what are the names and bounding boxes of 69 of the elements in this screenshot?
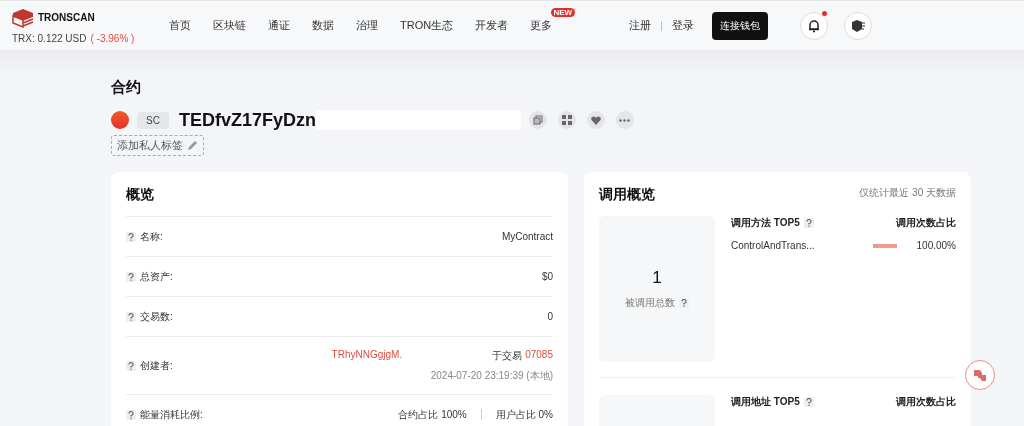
nav-link[interactable]: 首页 xyxy=(158,18,202,33)
favorite-button[interactable] xyxy=(586,111,605,129)
help-icon xyxy=(803,397,814,407)
qr-code-button[interactable] xyxy=(557,111,576,129)
nav-link[interactable]: 数据 xyxy=(301,18,345,33)
pencil-icon xyxy=(187,140,198,151)
page-title: 合约 xyxy=(111,78,142,97)
field-label: 交易数: xyxy=(140,309,173,324)
token-icon xyxy=(111,111,129,129)
help-icon xyxy=(803,218,814,228)
help-icon xyxy=(126,360,136,371)
contract-address: TEDfvZ17FyDzn xyxy=(178,109,316,131)
help-icon xyxy=(126,311,136,322)
more-button[interactable] xyxy=(615,111,634,129)
copy-icon xyxy=(532,115,543,125)
column-heading: 调用次数占比 xyxy=(896,395,956,409)
field-value: MyContract xyxy=(501,231,553,242)
trx-price: TRX: 0.122 USD xyxy=(12,32,87,44)
list-heading: 调用方法 TOP5 xyxy=(731,216,800,230)
transaction-link[interactable]: 07085 xyxy=(525,348,553,363)
creation-time: 2024-07-20 23:19:39 (本地) xyxy=(430,368,553,383)
feedback-button[interactable] xyxy=(965,360,995,390)
new-badge: NEW xyxy=(550,8,576,17)
card-title: 调用概览 xyxy=(599,185,655,204)
add-private-tag-button[interactable]: 添加私人标签 xyxy=(111,135,204,156)
nav-link[interactable]: 通证 xyxy=(257,18,301,33)
nav-link[interactable]: 更多 xyxy=(519,18,564,33)
field-label: 创建者: xyxy=(140,358,173,373)
register-link[interactable]: 注册 xyxy=(625,18,655,33)
logo-text: TRONSCAN xyxy=(38,12,95,23)
bell-icon xyxy=(807,18,821,33)
field-value: 用户占比 0% xyxy=(495,407,553,422)
nav-link[interactable]: 区块链 xyxy=(202,18,257,33)
heart-icon xyxy=(590,115,601,125)
notification-button[interactable] xyxy=(800,11,828,40)
field-label: 名称: xyxy=(140,229,163,244)
field-value: $0 xyxy=(541,271,553,282)
contract-tag: SC xyxy=(137,111,169,129)
nav-link[interactable]: TRON生态 xyxy=(389,18,465,33)
list-heading: 调用地址 TOP5 xyxy=(731,395,800,409)
thumbs-icon xyxy=(972,367,988,383)
help-icon xyxy=(679,298,689,308)
total-label: 被调用总数 xyxy=(625,296,675,310)
connect-wallet-button[interactable]: 连接钱包 xyxy=(712,11,768,40)
stats-note: 仅统计最近 30 天数据 xyxy=(859,186,956,200)
price-change: ( -3.96% ) xyxy=(90,32,135,44)
cube-icon xyxy=(850,18,866,33)
creator-address-link[interactable]: TRhyNNGgjgM. xyxy=(331,348,403,363)
column-heading: 调用次数占比 xyxy=(896,216,956,230)
ratio-percent: 100.00% xyxy=(916,240,956,251)
field-value: 0 xyxy=(547,311,553,322)
login-link[interactable]: 登录 xyxy=(668,18,698,33)
help-icon xyxy=(126,271,136,282)
field-text: 于交易 xyxy=(492,348,523,363)
copy-button[interactable] xyxy=(528,111,547,129)
help-icon xyxy=(126,409,136,420)
card-title: 概览 xyxy=(126,185,155,204)
nav-link[interactable]: 治理 xyxy=(345,18,389,33)
total-count: 1 xyxy=(652,268,662,288)
qr-code-icon xyxy=(561,115,572,125)
nav-link[interactable]: 开发者 xyxy=(464,18,520,33)
field-value: 合约占比 100% xyxy=(398,407,467,422)
field-label: 能量消耗比例: xyxy=(140,407,203,422)
more-icon xyxy=(619,118,631,122)
logo-icon xyxy=(12,7,34,28)
method-name: ControlAndTrans... xyxy=(731,240,815,251)
theme-button[interactable] xyxy=(844,11,872,40)
field-label: 总资产: xyxy=(140,269,173,284)
help-icon xyxy=(126,231,136,242)
